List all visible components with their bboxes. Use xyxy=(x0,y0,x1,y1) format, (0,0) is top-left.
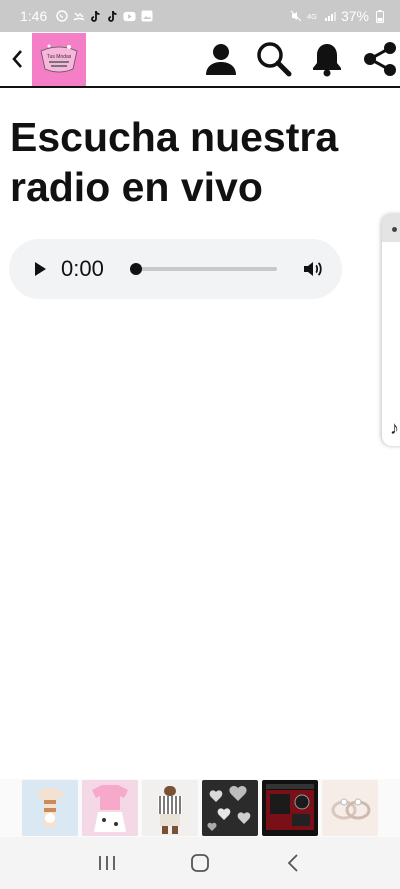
ad-strip xyxy=(0,779,400,837)
bell-icon xyxy=(313,44,341,77)
recent-apps-button[interactable] xyxy=(87,843,127,883)
audio-time: 0:00 xyxy=(61,256,104,281)
ad-hearts-wallpaper-image xyxy=(202,780,258,836)
ad-item[interactable] xyxy=(142,780,198,836)
music-note-icon: ♪ xyxy=(390,418,399,438)
logo-graphic: Tus Modas xyxy=(40,44,78,73)
youtube-icon xyxy=(123,10,136,23)
ad-boy-outfit-image xyxy=(142,780,198,836)
ad-gift-box-image xyxy=(262,780,318,836)
notifications-button[interactable] xyxy=(307,35,347,83)
signal-4g-icon: 4G xyxy=(307,10,320,23)
home-button[interactable] xyxy=(180,843,220,883)
play-icon xyxy=(35,262,46,276)
tiktok-icon xyxy=(106,10,119,23)
ad-item[interactable] xyxy=(82,780,138,836)
mute-icon xyxy=(290,10,303,23)
nav-back-button[interactable] xyxy=(273,843,313,883)
audio-progress-slider[interactable] xyxy=(130,263,277,275)
audio-player: 0:00 xyxy=(9,239,342,299)
ad-item[interactable] xyxy=(202,780,258,836)
back-icon xyxy=(12,50,22,68)
gallery-icon xyxy=(140,10,153,23)
user-button[interactable] xyxy=(201,35,241,83)
site-logo[interactable]: Tus Modas xyxy=(32,32,86,86)
tiktok-icon xyxy=(89,10,102,23)
side-panel-dot xyxy=(392,227,397,232)
signal-bars-icon xyxy=(324,10,337,23)
status-bar: 1:46 4G 37% xyxy=(0,0,400,32)
system-nav-bar xyxy=(0,837,400,889)
ad-rings-image xyxy=(322,780,378,836)
share-button[interactable] xyxy=(360,35,400,83)
page-title: Escucha nuestra radio en vivo xyxy=(10,114,339,210)
play-button[interactable] xyxy=(31,260,49,278)
share-icon xyxy=(364,42,396,76)
whatsapp-icon xyxy=(55,10,68,23)
app-header: Tus Modas xyxy=(0,32,400,88)
missed-call-icon xyxy=(72,10,85,23)
volume-icon xyxy=(304,262,322,276)
battery-percent: 37% xyxy=(340,8,369,24)
ad-item[interactable] xyxy=(322,780,378,836)
user-icon xyxy=(206,44,236,75)
ad-pink-outfit-image xyxy=(82,780,138,836)
volume-button[interactable] xyxy=(302,258,324,280)
status-right: 4G 37% xyxy=(290,8,386,24)
svg-text:Tus Modas: Tus Modas xyxy=(47,54,72,60)
home-icon xyxy=(191,854,209,872)
nav-back-icon xyxy=(288,854,298,872)
recent-apps-icon xyxy=(98,856,115,870)
search-icon xyxy=(257,42,292,77)
status-left: 1:46 xyxy=(20,8,153,24)
side-panel-tab[interactable]: ♪ xyxy=(382,214,400,446)
svg-text:4G: 4G xyxy=(307,12,317,21)
ad-item[interactable] xyxy=(262,780,318,836)
ad-item[interactable] xyxy=(22,780,78,836)
back-button[interactable] xyxy=(2,31,32,87)
battery-icon xyxy=(373,9,386,23)
ad-girl-shirt-image xyxy=(22,780,78,836)
status-time: 1:46 xyxy=(20,8,48,24)
audio-progress-thumb[interactable] xyxy=(130,263,142,275)
search-button[interactable] xyxy=(254,35,294,83)
